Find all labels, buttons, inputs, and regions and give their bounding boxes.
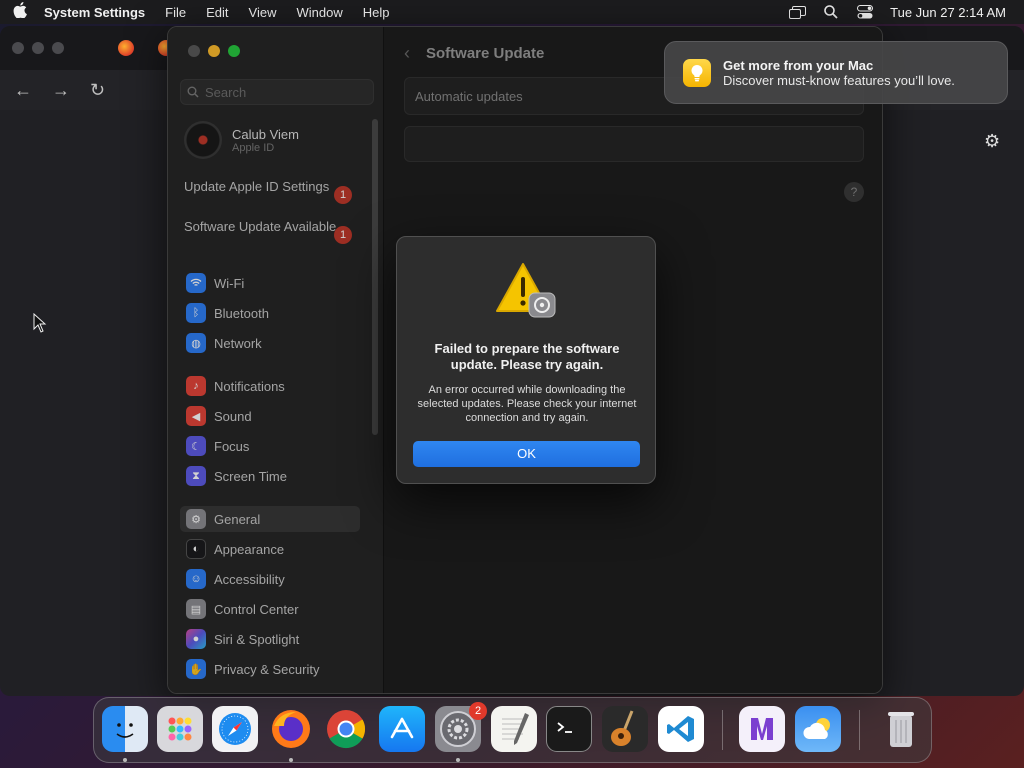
textedit-icon[interactable] bbox=[491, 706, 537, 752]
control-center-menu-icon[interactable] bbox=[856, 5, 874, 19]
weather-icon[interactable] bbox=[795, 706, 841, 752]
browser-maximize-button[interactable] bbox=[52, 42, 64, 54]
browser-minimize-button[interactable] bbox=[32, 42, 44, 54]
dock-separator bbox=[859, 710, 860, 750]
screen-mirroring-icon[interactable] bbox=[788, 5, 806, 19]
menu-file[interactable]: File bbox=[155, 5, 196, 20]
back-arrow-icon[interactable]: ← bbox=[14, 80, 32, 101]
visual-studio-icon[interactable] bbox=[739, 706, 785, 752]
apple-menu-icon[interactable] bbox=[0, 2, 40, 22]
warning-icon bbox=[495, 261, 559, 319]
menu-edit[interactable]: Edit bbox=[196, 5, 238, 20]
menu-help[interactable]: Help bbox=[353, 5, 400, 20]
reload-icon[interactable]: ↻ bbox=[90, 80, 105, 101]
menu-window[interactable]: Window bbox=[286, 5, 352, 20]
spotlight-search-icon[interactable] bbox=[822, 5, 840, 19]
firefox-icon[interactable] bbox=[268, 706, 314, 752]
vscode-icon[interactable] bbox=[658, 706, 704, 752]
lightbulb-icon bbox=[683, 58, 711, 87]
notification-banner[interactable]: Get more from your Mac Discover must-kno… bbox=[664, 41, 1008, 104]
firefox-tab-icon[interactable] bbox=[118, 40, 134, 56]
ok-button[interactable]: OK bbox=[413, 441, 640, 467]
trash-icon[interactable] bbox=[878, 706, 924, 752]
menubar-clock[interactable]: Tue Jun 27 2:14 AM bbox=[890, 5, 1006, 20]
app-name-menu[interactable]: System Settings bbox=[40, 5, 155, 20]
chrome-icon[interactable] bbox=[323, 706, 369, 752]
running-indicator bbox=[123, 758, 127, 762]
notification-body: Discover must-know features you’ll love. bbox=[723, 72, 955, 88]
garageband-icon[interactable] bbox=[602, 706, 648, 752]
forward-arrow-icon[interactable]: → bbox=[52, 80, 70, 101]
menu-bar: System Settings File Edit View Window He… bbox=[0, 0, 1024, 24]
finder-icon[interactable] bbox=[102, 706, 148, 752]
safari-icon[interactable] bbox=[212, 706, 258, 752]
error-dialog: Failed to prepare the software update. P… bbox=[396, 236, 656, 484]
app-store-icon[interactable] bbox=[379, 706, 425, 752]
notification-badge: 2 bbox=[469, 702, 487, 720]
terminal-icon[interactable] bbox=[546, 706, 592, 752]
dialog-message: An error occurred while downloading the … bbox=[417, 384, 637, 424]
browser-settings-gear-icon[interactable]: ⚙ bbox=[984, 131, 1000, 152]
running-indicator bbox=[456, 758, 460, 762]
dock-separator bbox=[722, 710, 723, 750]
mouse-cursor-icon bbox=[33, 313, 47, 333]
launchpad-icon[interactable] bbox=[157, 706, 203, 752]
dock: 2 bbox=[93, 697, 932, 763]
browser-close-button[interactable] bbox=[12, 42, 24, 54]
running-indicator bbox=[289, 758, 293, 762]
dialog-title: Failed to prepare the software update. P… bbox=[434, 341, 620, 372]
menu-view[interactable]: View bbox=[239, 5, 287, 20]
notification-title: Get more from your Mac bbox=[723, 57, 874, 73]
